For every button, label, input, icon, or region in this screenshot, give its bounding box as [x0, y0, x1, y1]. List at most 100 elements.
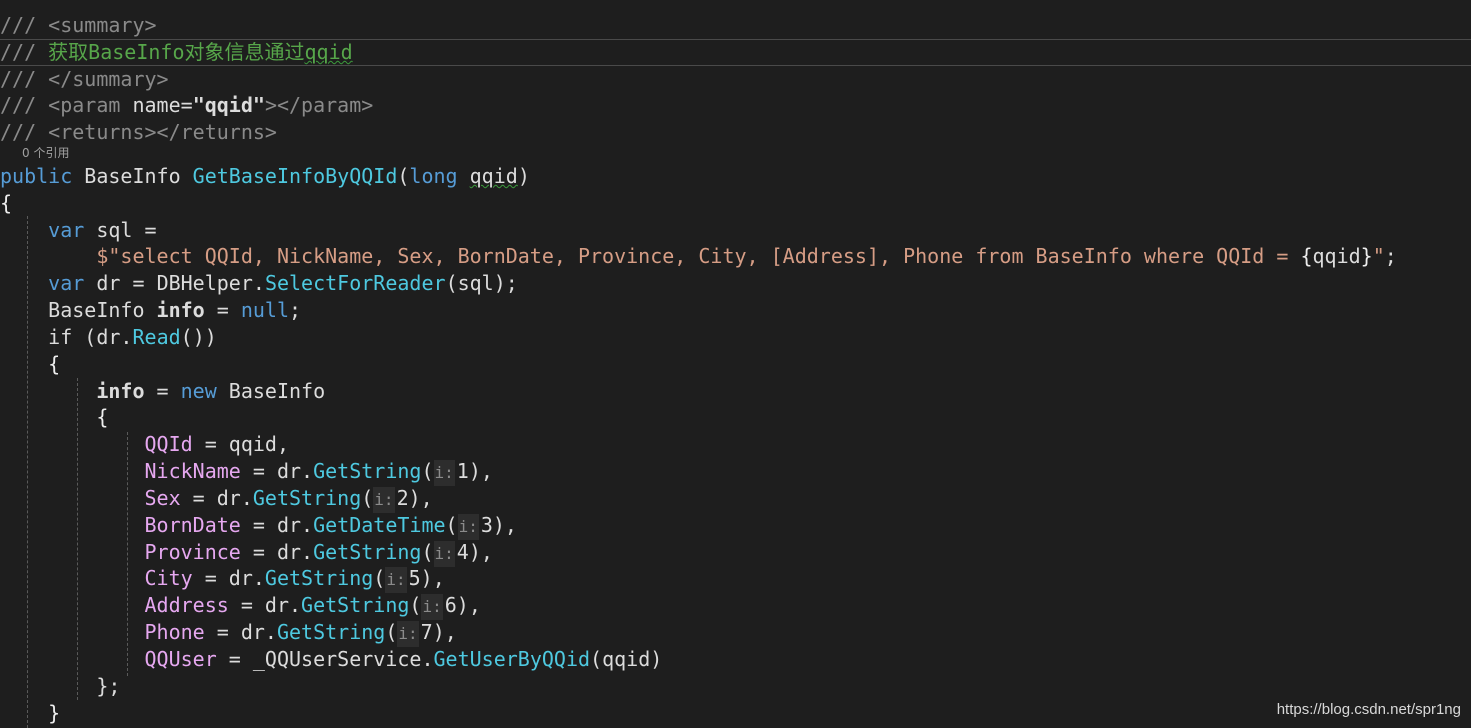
- method-read: Read: [132, 325, 181, 349]
- method-call: GetUserByQQid: [433, 647, 591, 671]
- keyword-if: if: [48, 325, 73, 349]
- code-line[interactable]: Address = dr.GetString(i: 6),: [0, 592, 1471, 620]
- initializer-open-brace: {: [96, 405, 109, 429]
- doc-summary-open-tag: <summary>: [48, 13, 157, 37]
- paren-open: (: [397, 164, 410, 188]
- semicolon: ;: [1384, 244, 1397, 268]
- type-baseinfo: BaseInfo: [48, 298, 145, 322]
- variable-sql: sql: [96, 218, 133, 242]
- code-line[interactable]: if (dr.Read()): [0, 324, 1471, 350]
- code-line[interactable]: info = new BaseInfo: [0, 378, 1471, 404]
- keyword-new: new: [180, 379, 217, 403]
- assign-operator: =: [132, 218, 169, 242]
- parameter-hint: i:: [433, 541, 455, 567]
- code-line[interactable]: QQId = qqid,: [0, 431, 1471, 457]
- method-call: GetString: [276, 620, 386, 644]
- interp-open: {: [1300, 244, 1313, 268]
- keyword-null: null: [240, 298, 290, 322]
- dot: .: [421, 647, 434, 671]
- doc-summary-close-tag: </summary>: [48, 67, 169, 91]
- property-name: Sex: [144, 486, 181, 510]
- property-name: Address: [144, 593, 229, 617]
- type-baseinfo: BaseInfo: [228, 379, 326, 403]
- method-signature[interactable]: public BaseInfo GetBaseInfoByQQId(long q…: [0, 163, 1471, 189]
- property-name: City: [144, 566, 193, 590]
- code-line[interactable]: }: [0, 700, 1471, 726]
- paren-close: ): [517, 164, 530, 188]
- method-call: GetString: [313, 459, 422, 483]
- property-name: QQId: [144, 432, 193, 456]
- param-type: long: [409, 164, 458, 188]
- code-line[interactable]: City = dr.GetString(i: 5),: [0, 565, 1471, 593]
- code-line[interactable]: $"select QQId, NickName, Sex, BornDate, …: [0, 243, 1471, 269]
- assign-operator: =: [192, 432, 229, 456]
- call-args: (sql);: [445, 271, 518, 295]
- variable-info: info: [96, 379, 145, 403]
- doc-param-attr: name=: [132, 93, 193, 117]
- call-arg: 3: [480, 513, 493, 537]
- doc-summary-text: 获取BaseInfo对象信息通过: [48, 40, 305, 64]
- code-line[interactable]: {: [0, 351, 1471, 377]
- code-line[interactable]: Sex = dr.GetString(i: 2),: [0, 485, 1471, 513]
- call-arg: 4: [456, 540, 469, 564]
- semicolon: ;: [289, 298, 302, 322]
- if-open-brace: {: [48, 352, 61, 376]
- code-line[interactable]: var sql =: [0, 217, 1471, 243]
- assign-operator: =: [144, 379, 181, 403]
- class-dbhelper: DBHelper: [156, 271, 253, 295]
- assign-operator: =: [204, 298, 241, 322]
- code-line[interactable]: {: [0, 190, 1471, 216]
- code-line[interactable]: BaseInfo info = null;: [0, 297, 1471, 323]
- call-arg: 7: [420, 620, 433, 644]
- code-line[interactable]: };: [0, 673, 1471, 699]
- doc-returns-tag: <returns></returns>: [48, 120, 277, 144]
- call-arg: 6: [444, 593, 457, 617]
- property-value: qqid,: [228, 432, 290, 456]
- code-line[interactable]: BornDate = dr.GetDateTime(i: 3),: [0, 512, 1471, 540]
- method-call: GetString: [313, 540, 422, 564]
- variable-dr: dr: [96, 271, 121, 295]
- code-line[interactable]: Province = dr.GetString(i: 4),: [0, 539, 1471, 567]
- interpolation-dollar: $: [96, 244, 109, 268]
- parameter-hint: i:: [433, 460, 455, 486]
- method-call: GetString: [252, 486, 362, 510]
- method-call: GetString: [301, 593, 410, 617]
- initializer-close: };: [96, 674, 121, 698]
- string-end-quote: ": [1372, 244, 1385, 268]
- interp-close: }: [1360, 244, 1373, 268]
- method-name: GetBaseInfoByQQId: [192, 164, 398, 188]
- codelens-references[interactable]: 0 个引用: [22, 145, 69, 161]
- code-line[interactable]: /// </summary>: [0, 66, 1471, 92]
- parameter-hint: i:: [373, 487, 395, 513]
- call-arg: 5: [408, 566, 421, 590]
- assign-operator: =: [120, 271, 157, 295]
- if-condition-end: ()): [180, 325, 217, 349]
- doc-comment-slashes: ///: [0, 93, 37, 117]
- doc-param-open-tag: <param: [48, 93, 121, 117]
- parameter-hint: i:: [385, 567, 407, 593]
- doc-comment-slashes: ///: [0, 40, 37, 64]
- keyword-var: var: [48, 271, 85, 295]
- property-name: NickName: [144, 459, 241, 483]
- method-call: GetDateTime: [313, 513, 446, 537]
- dot: .: [252, 271, 265, 295]
- doc-param-close-tag: ></param>: [264, 93, 374, 117]
- code-line[interactable]: NickName = dr.GetString(i: 1),: [0, 458, 1471, 486]
- return-type: BaseInfo: [84, 164, 181, 188]
- doc-comment-slashes: ///: [0, 120, 37, 144]
- sql-string: "select QQId, NickName, Sex, BornDate, P…: [108, 244, 1301, 268]
- method-call: GetString: [264, 566, 374, 590]
- property-name: QQUser: [144, 647, 217, 671]
- code-line[interactable]: QQUser = _QQUserService.GetUserByQQid(qq…: [0, 646, 1471, 672]
- param-name: qqid: [469, 164, 518, 188]
- code-line[interactable]: /// 获取BaseInfo对象信息通过qqid: [0, 39, 1471, 65]
- code-line[interactable]: {: [0, 404, 1471, 430]
- code-line[interactable]: var dr = DBHelper.SelectForReader(sql);: [0, 270, 1471, 296]
- code-line[interactable]: /// <returns></returns>: [0, 119, 1471, 145]
- code-line[interactable]: /// <summary>: [0, 12, 1471, 38]
- code-line[interactable]: Phone = dr.GetString(i: 7),: [0, 619, 1471, 647]
- code-line[interactable]: /// <param name="qqid"></param>: [0, 92, 1471, 118]
- assign-operator: =: [216, 647, 253, 671]
- doc-param-value: "qqid": [192, 93, 265, 117]
- code-editor[interactable]: /// <summary> /// 获取BaseInfo对象信息通过qqid /…: [0, 0, 1471, 728]
